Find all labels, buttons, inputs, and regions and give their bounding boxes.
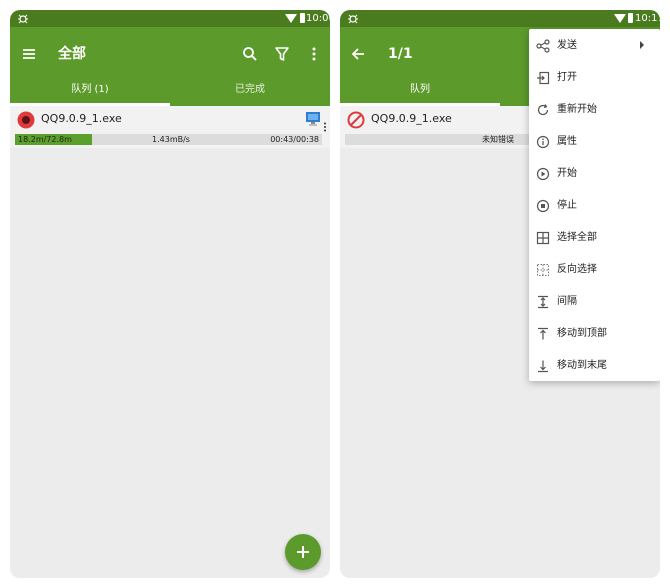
battery-icon <box>300 13 305 23</box>
menu-item-share[interactable]: 发送 <box>529 30 660 62</box>
info-icon <box>536 135 550 149</box>
download-progress-bar: 18.2m/72.8m 1.43mB/s 00:43/00:38 <box>15 134 322 145</box>
menu-item-open[interactable]: 打开 <box>529 62 660 94</box>
menu-item-info[interactable]: 属性 <box>529 126 660 158</box>
tab-bar: 队列 (1) 已完成 <box>10 79 330 106</box>
menu-item-label: 移动到末尾 <box>557 360 607 371</box>
menu-item-label: 重新开始 <box>557 104 597 115</box>
menu-item-move-to-top[interactable]: 移动到顶部 <box>529 318 660 350</box>
menu-item-play[interactable]: 开始 <box>529 158 660 190</box>
menu-item-label: 间隔 <box>557 296 577 307</box>
download-item[interactable]: QQ9.0.9_1.exe 18.2m/72.8m 1.43mB/s 00:43… <box>10 106 330 148</box>
menu-item-label: 停止 <box>557 200 577 211</box>
downloaded-size: 18.2m/72.8m <box>18 135 72 144</box>
menu-item-restart[interactable]: 重新开始 <box>529 94 660 126</box>
menu-item-label: 属性 <box>557 136 577 147</box>
download-speed: 1.43mB/s <box>152 135 190 144</box>
menu-item-stop[interactable]: 停止 <box>529 190 660 222</box>
stop-icon <box>536 199 550 213</box>
menu-item-interval[interactable]: 间隔 <box>529 286 660 318</box>
download-filename: QQ9.0.9_1.exe <box>371 112 452 125</box>
search-icon[interactable] <box>241 45 259 63</box>
bug-icon <box>348 14 358 24</box>
menu-item-label: 移动到顶部 <box>557 328 607 339</box>
status-bar: 10:17 <box>340 10 660 27</box>
status-bar: 10:00 <box>10 10 330 27</box>
invert-selection-icon <box>536 263 550 277</box>
back-arrow-icon[interactable] <box>349 45 367 63</box>
page-title: 全部 <box>58 46 86 62</box>
plus-icon <box>297 546 309 558</box>
play-icon <box>536 167 550 181</box>
item-more-icon[interactable] <box>323 122 327 132</box>
filter-icon[interactable] <box>273 45 291 63</box>
menu-item-move-to-bottom[interactable]: 移动到末尾 <box>529 350 660 382</box>
download-filename: QQ9.0.9_1.exe <box>41 112 122 125</box>
clock: 10:17 <box>635 13 660 24</box>
tab-completed[interactable]: 已完成 <box>170 79 330 106</box>
download-time: 00:43/00:38 <box>270 135 319 144</box>
menu-item-label: 打开 <box>557 72 577 83</box>
computer-monitor-icon <box>306 112 320 126</box>
tab-queue[interactable]: 队列 <box>340 79 500 106</box>
hamburger-menu-icon[interactable] <box>20 45 38 63</box>
move-to-top-icon <box>536 327 550 341</box>
restart-icon <box>536 103 550 117</box>
add-download-button[interactable] <box>285 534 321 570</box>
prohibited-icon <box>347 111 365 129</box>
select-all-icon <box>536 231 550 245</box>
more-vertical-icon[interactable] <box>305 45 323 63</box>
battery-icon <box>628 13 633 23</box>
selection-count: 1/1 <box>388 46 413 62</box>
menu-item-label: 开始 <box>557 168 577 179</box>
context-menu: 发送打开重新开始属性开始停止选择全部反向选择间隔移动到顶部移动到末尾 <box>529 29 660 381</box>
bug-icon <box>18 14 28 24</box>
open-icon <box>536 71 550 85</box>
menu-item-select-all[interactable]: 选择全部 <box>529 222 660 254</box>
interval-icon <box>536 295 550 309</box>
error-status: 未知错误 <box>482 135 514 144</box>
wifi-icon <box>285 14 297 23</box>
menu-item-label: 发送 <box>557 40 577 51</box>
menu-item-invert-selection[interactable]: 反向选择 <box>529 254 660 286</box>
menu-item-label: 选择全部 <box>557 232 597 243</box>
queue-screen: 10:00 全部 队列 (1) 已完成 QQ9.0.9_1.exe <box>10 10 330 578</box>
share-icon <box>536 39 550 53</box>
wifi-icon <box>614 14 626 23</box>
stop-record-icon[interactable] <box>17 111 35 129</box>
tab-queue[interactable]: 队列 (1) <box>10 79 170 106</box>
submenu-arrow-icon <box>640 41 644 49</box>
clock: 10:00 <box>306 13 330 24</box>
app-toolbar: 全部 <box>10 27 330 79</box>
selection-screen: 10:17 1/1 队列 QQ9.0.9_1.exe 未知错误 发送打开重新开始… <box>340 10 660 578</box>
menu-item-label: 反向选择 <box>557 264 597 275</box>
move-to-bottom-icon <box>536 359 550 373</box>
